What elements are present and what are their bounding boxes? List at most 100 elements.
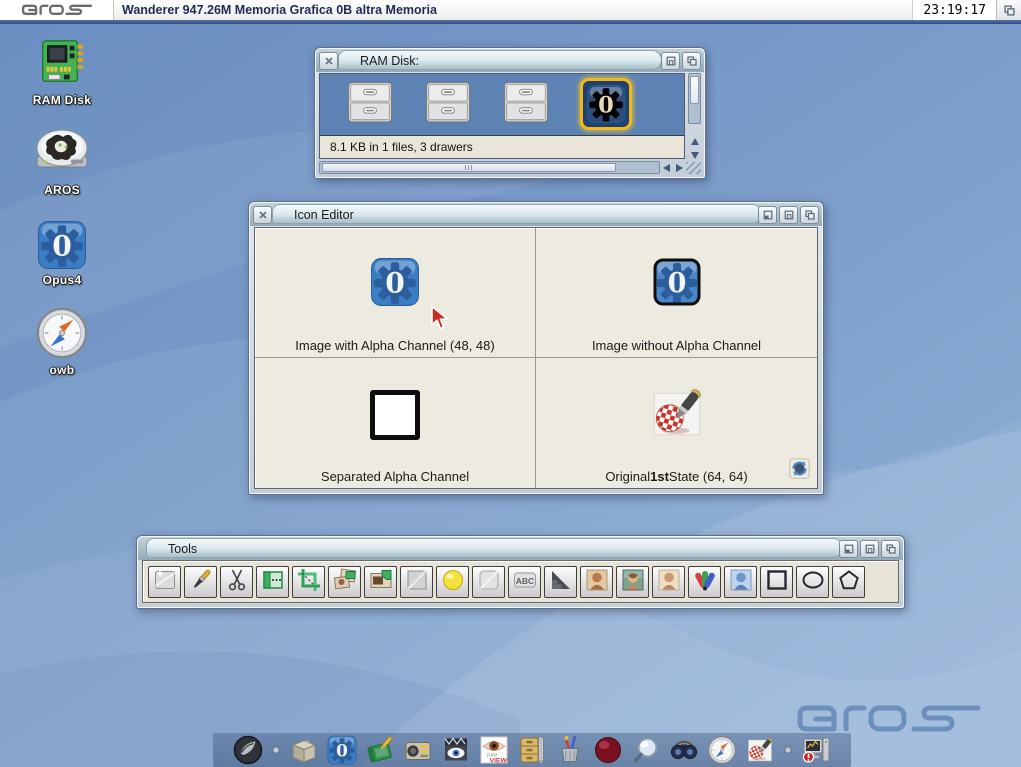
scroll-right-arrow[interactable] — [676, 164, 683, 172]
dock-package-box[interactable] — [289, 735, 319, 765]
color-fan-tool-icon — [692, 567, 718, 596]
dock-paint-tools[interactable] — [555, 735, 585, 765]
depth-gadget[interactable] — [881, 540, 900, 558]
refresh-icon[interactable] — [789, 458, 810, 484]
yellow-ball-tool-button[interactable] — [436, 566, 469, 598]
dock-magnifier[interactable] — [631, 735, 661, 765]
ram-item-1[interactable] — [346, 78, 394, 126]
dock-video-viewer[interactable] — [441, 735, 471, 765]
dock-binoculars[interactable] — [669, 735, 699, 765]
ram-status-bar: 8.1 KB in 1 files, 3 drawers — [320, 135, 684, 158]
desktop-icon-label: AROS — [44, 183, 80, 197]
scissors-tool-button[interactable] — [220, 566, 253, 598]
svg-text:0: 0 — [667, 268, 686, 299]
paste-image-tool-button[interactable] — [364, 566, 397, 598]
dock-multimedia-player[interactable] — [403, 735, 433, 765]
screen-title-bar[interactable]: Wanderer 947.26M Memoria Grafica 0B altr… — [0, 0, 1021, 21]
photo-light-tool-icon — [656, 567, 682, 596]
rectangle-tool-button[interactable] — [760, 566, 793, 598]
desktop-icon-aros[interactable]: AROS — [16, 124, 108, 197]
text-abc-tool-button[interactable]: ABC — [508, 566, 541, 598]
editor-quadrant-3[interactable]: Separated Alpha Channel — [255, 358, 536, 488]
dock-zune-view[interactable]: zuneVIEW — [479, 735, 509, 765]
desktop-icon-label: RAM Disk — [33, 93, 91, 107]
scroll-down-arrow[interactable] — [691, 152, 699, 159]
crop-tool-button[interactable] — [292, 566, 325, 598]
dock-system-monitor[interactable] — [801, 735, 831, 765]
icon-editor-titlebar[interactable]: Icon Editor — [250, 203, 822, 226]
vscroll-thumb[interactable] — [690, 76, 699, 104]
editor-quadrant-2[interactable]: 0 Image without Alpha Channel — [536, 228, 817, 358]
polygon-tool-button[interactable] — [832, 566, 865, 598]
selection-frame-tool-button[interactable] — [256, 566, 289, 598]
depth-gadget[interactable] — [682, 52, 701, 70]
dock-owb-compass[interactable] — [707, 735, 737, 765]
selection-frame-tool-icon — [260, 567, 286, 596]
dock-opus-gear[interactable]: 0 — [327, 735, 357, 765]
svg-text:0: 0 — [598, 92, 614, 118]
iconify-gadget[interactable] — [839, 540, 858, 558]
gradient-wedge-tool-button[interactable] — [544, 566, 577, 598]
paintbrush-tool-icon — [188, 567, 214, 596]
vertical-scrollbar[interactable] — [688, 73, 701, 159]
ram-disk-window[interactable]: RAM Disk: — [314, 47, 706, 179]
ram-item-2[interactable] — [424, 78, 472, 126]
desktop-icon-opus4[interactable]: 0 Opus4 — [16, 214, 108, 287]
new-image-tool-button[interactable] — [148, 566, 181, 598]
paintbrush-tool-button[interactable] — [184, 566, 217, 598]
editor-quadrant-4[interactable]: Original 1st State (64, 64) — [536, 358, 817, 488]
photo-negative-tool-button[interactable] — [724, 566, 757, 598]
ram-window-body: 0 8.1 KB in 1 files, 3 drawers — [319, 73, 701, 174]
hscroll-track[interactable] — [319, 161, 660, 174]
ram-window-main: 0 8.1 KB in 1 files, 3 drawers — [319, 73, 685, 159]
color-fan-tool-button[interactable] — [688, 566, 721, 598]
close-gadget[interactable] — [253, 206, 272, 224]
paste-image-tool-icon — [368, 567, 394, 596]
screen-depth-gadget[interactable] — [996, 0, 1021, 20]
hscroll-thumb[interactable] — [322, 163, 616, 172]
copy-image-tool-button[interactable] — [328, 566, 361, 598]
resize-grip[interactable] — [686, 162, 701, 174]
ellipse-tool-button[interactable] — [796, 566, 829, 598]
vscroll-track[interactable] — [688, 73, 701, 124]
dock-wanderer-logo[interactable] — [233, 735, 263, 765]
ram-icon-field[interactable]: 0 — [320, 74, 684, 135]
desktop-icon-ram-disk[interactable]: RAM Disk — [16, 34, 108, 107]
sheet-light-tool-button[interactable] — [472, 566, 505, 598]
photo-color-tool-icon — [620, 567, 646, 596]
ram-chip-icon — [36, 34, 88, 90]
photo-light-tool-button[interactable] — [652, 566, 685, 598]
sheet-tool-button[interactable] — [400, 566, 433, 598]
quadrant-label: Separated Alpha Channel — [255, 464, 535, 488]
window-title: RAM Disk: — [360, 49, 419, 72]
desktop-icon-owb[interactable]: owb — [16, 304, 108, 377]
ram-window-titlebar[interactable]: RAM Disk: — [316, 49, 704, 72]
scroll-up-arrow[interactable] — [691, 138, 699, 145]
text-abc-tool-icon: ABC — [512, 567, 538, 596]
zoom-gadget[interactable] — [860, 540, 879, 558]
polygon-tool-icon — [836, 567, 862, 596]
dock-icon-editor-boing[interactable] — [745, 735, 775, 765]
dock-notepad-book[interactable] — [365, 735, 395, 765]
dock-separator-dot — [271, 745, 281, 755]
dock-red-sphere[interactable] — [593, 735, 623, 765]
tools-gadgets — [839, 540, 900, 558]
gradient-wedge-tool-icon — [548, 567, 574, 596]
photo-sepia-tool-icon — [584, 567, 610, 596]
scroll-left-arrow[interactable] — [663, 164, 670, 172]
tools-window[interactable]: Tools ABC — [136, 535, 905, 609]
ram-item-3[interactable] — [502, 78, 550, 126]
horizontal-scrollbar[interactable] — [319, 161, 701, 174]
photo-color-tool-button[interactable] — [616, 566, 649, 598]
close-gadget[interactable] — [319, 52, 338, 70]
iconify-gadget[interactable] — [758, 206, 777, 224]
depth-gadget[interactable] — [800, 206, 819, 224]
zoom-gadget[interactable] — [661, 52, 680, 70]
ram-item-4-selected[interactable]: 0 — [580, 78, 632, 130]
icon-editor-window[interactable]: Icon Editor 0 Image with Alpha Channel (… — [248, 201, 824, 495]
photo-sepia-tool-button[interactable] — [580, 566, 613, 598]
tools-titlebar[interactable]: Tools — [138, 537, 903, 560]
dock-archiver-cabinet[interactable] — [517, 735, 547, 765]
zoom-gadget[interactable] — [779, 206, 798, 224]
editor-quadrant-1[interactable]: 0 Image with Alpha Channel (48, 48) — [255, 228, 536, 358]
